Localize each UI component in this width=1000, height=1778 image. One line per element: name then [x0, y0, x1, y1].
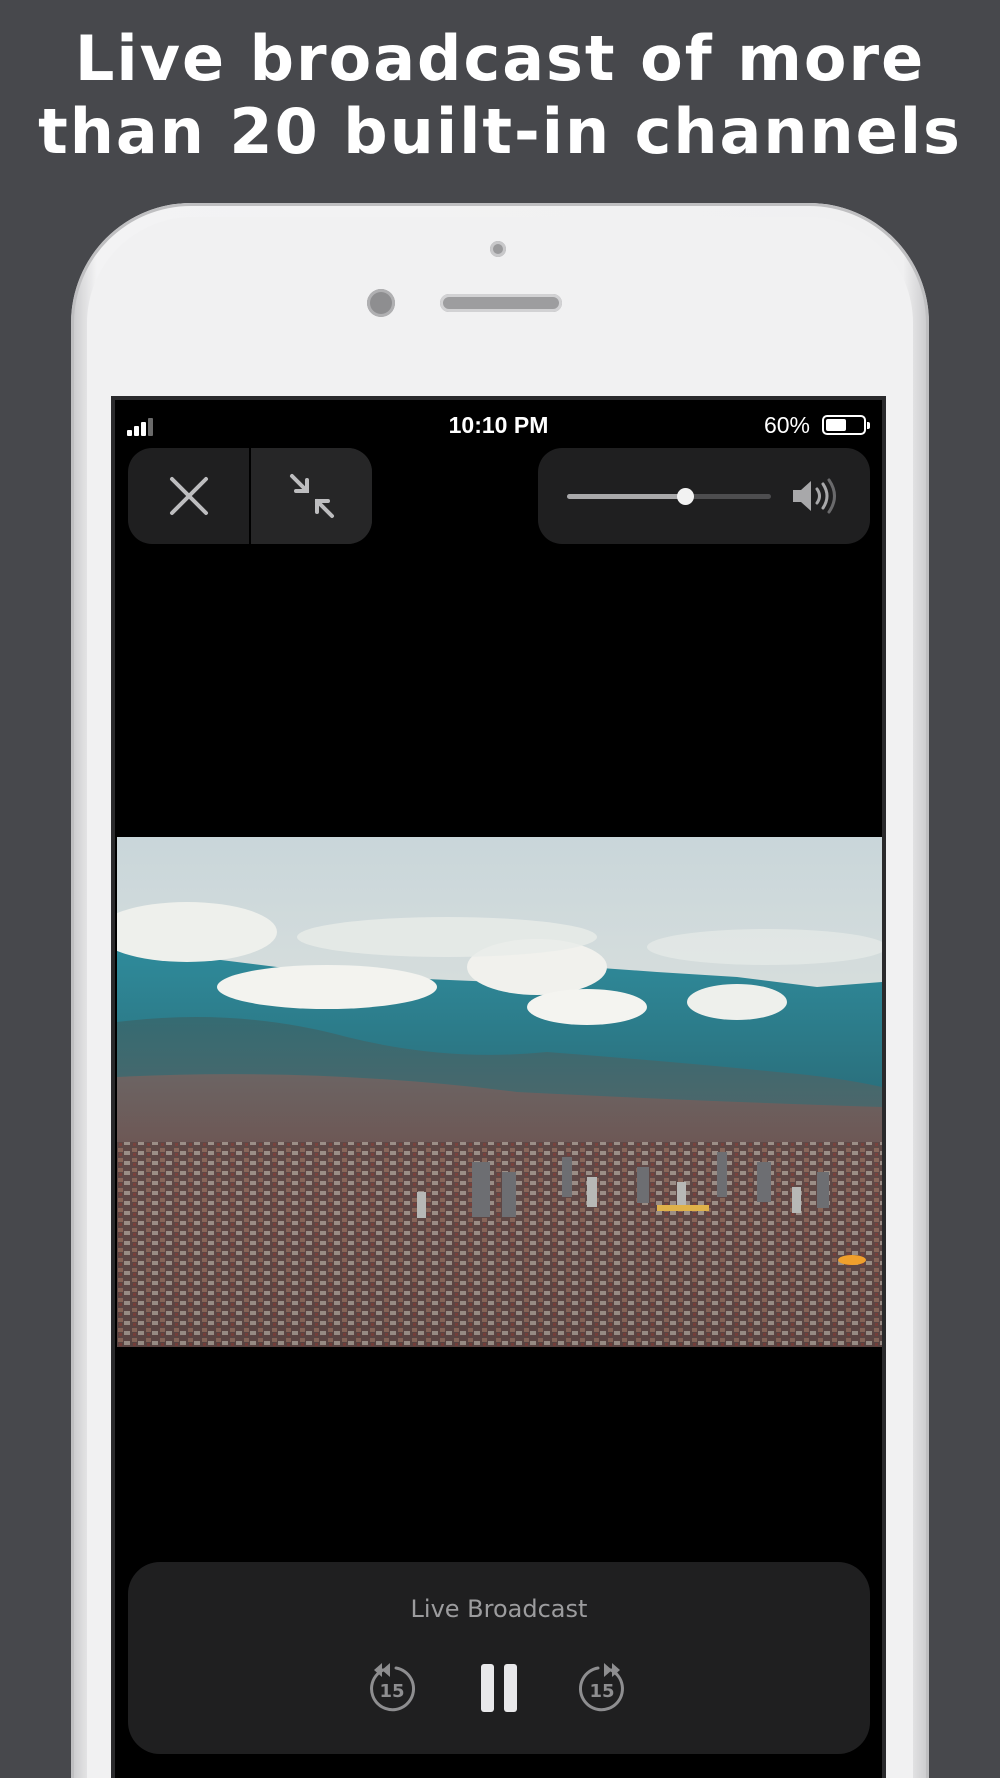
skip-back-15-icon: 15: [370, 1663, 416, 1712]
volume-slider-fill: [567, 494, 686, 499]
city-landscape-image: [117, 837, 882, 1347]
headline-line-2: than 20 built-in channels: [38, 95, 962, 168]
status-bar: 10:10 PM 60%: [115, 400, 882, 452]
earpiece-speaker: [440, 294, 562, 312]
volume-slider[interactable]: [567, 488, 771, 505]
video-frame[interactable]: [117, 837, 882, 1347]
phone-screen: 10:10 PM 60% Live Broadcast 15 15: [111, 396, 886, 1778]
promo-headline: Live broadcast of more than 20 built-in …: [0, 22, 1000, 168]
proximity-sensor: [367, 289, 395, 317]
close-button[interactable]: [128, 448, 249, 544]
window-controls: [128, 448, 372, 544]
volume-control: [538, 448, 870, 544]
battery-percentage: 60%: [763, 412, 810, 438]
skip-forward-seconds: 15: [589, 1681, 614, 1702]
exit-fullscreen-icon: [289, 474, 334, 518]
skip-forward-15-icon: 15: [578, 1663, 624, 1712]
battery-icon: [822, 415, 870, 435]
pause-button[interactable]: [473, 1662, 525, 1714]
skip-back-button[interactable]: 15: [366, 1662, 418, 1714]
pause-icon: [481, 1664, 517, 1712]
battery-level: [826, 419, 846, 431]
headline-line-1: Live broadcast of more: [74, 22, 926, 95]
close-icon: [169, 477, 208, 515]
speaker-volume-icon[interactable]: [790, 478, 842, 514]
exit-fullscreen-button[interactable]: [249, 448, 372, 544]
volume-slider-knob[interactable]: [677, 488, 695, 505]
player-controls-panel: Live Broadcast 15 15: [128, 1562, 870, 1754]
app-store-screenshot: Live broadcast of more than 20 built-in …: [0, 0, 1000, 1778]
front-camera: [490, 241, 506, 257]
skip-back-seconds: 15: [379, 1681, 404, 1702]
now-playing-title: Live Broadcast: [410, 1595, 588, 1623]
skip-forward-button[interactable]: 15: [576, 1662, 628, 1714]
